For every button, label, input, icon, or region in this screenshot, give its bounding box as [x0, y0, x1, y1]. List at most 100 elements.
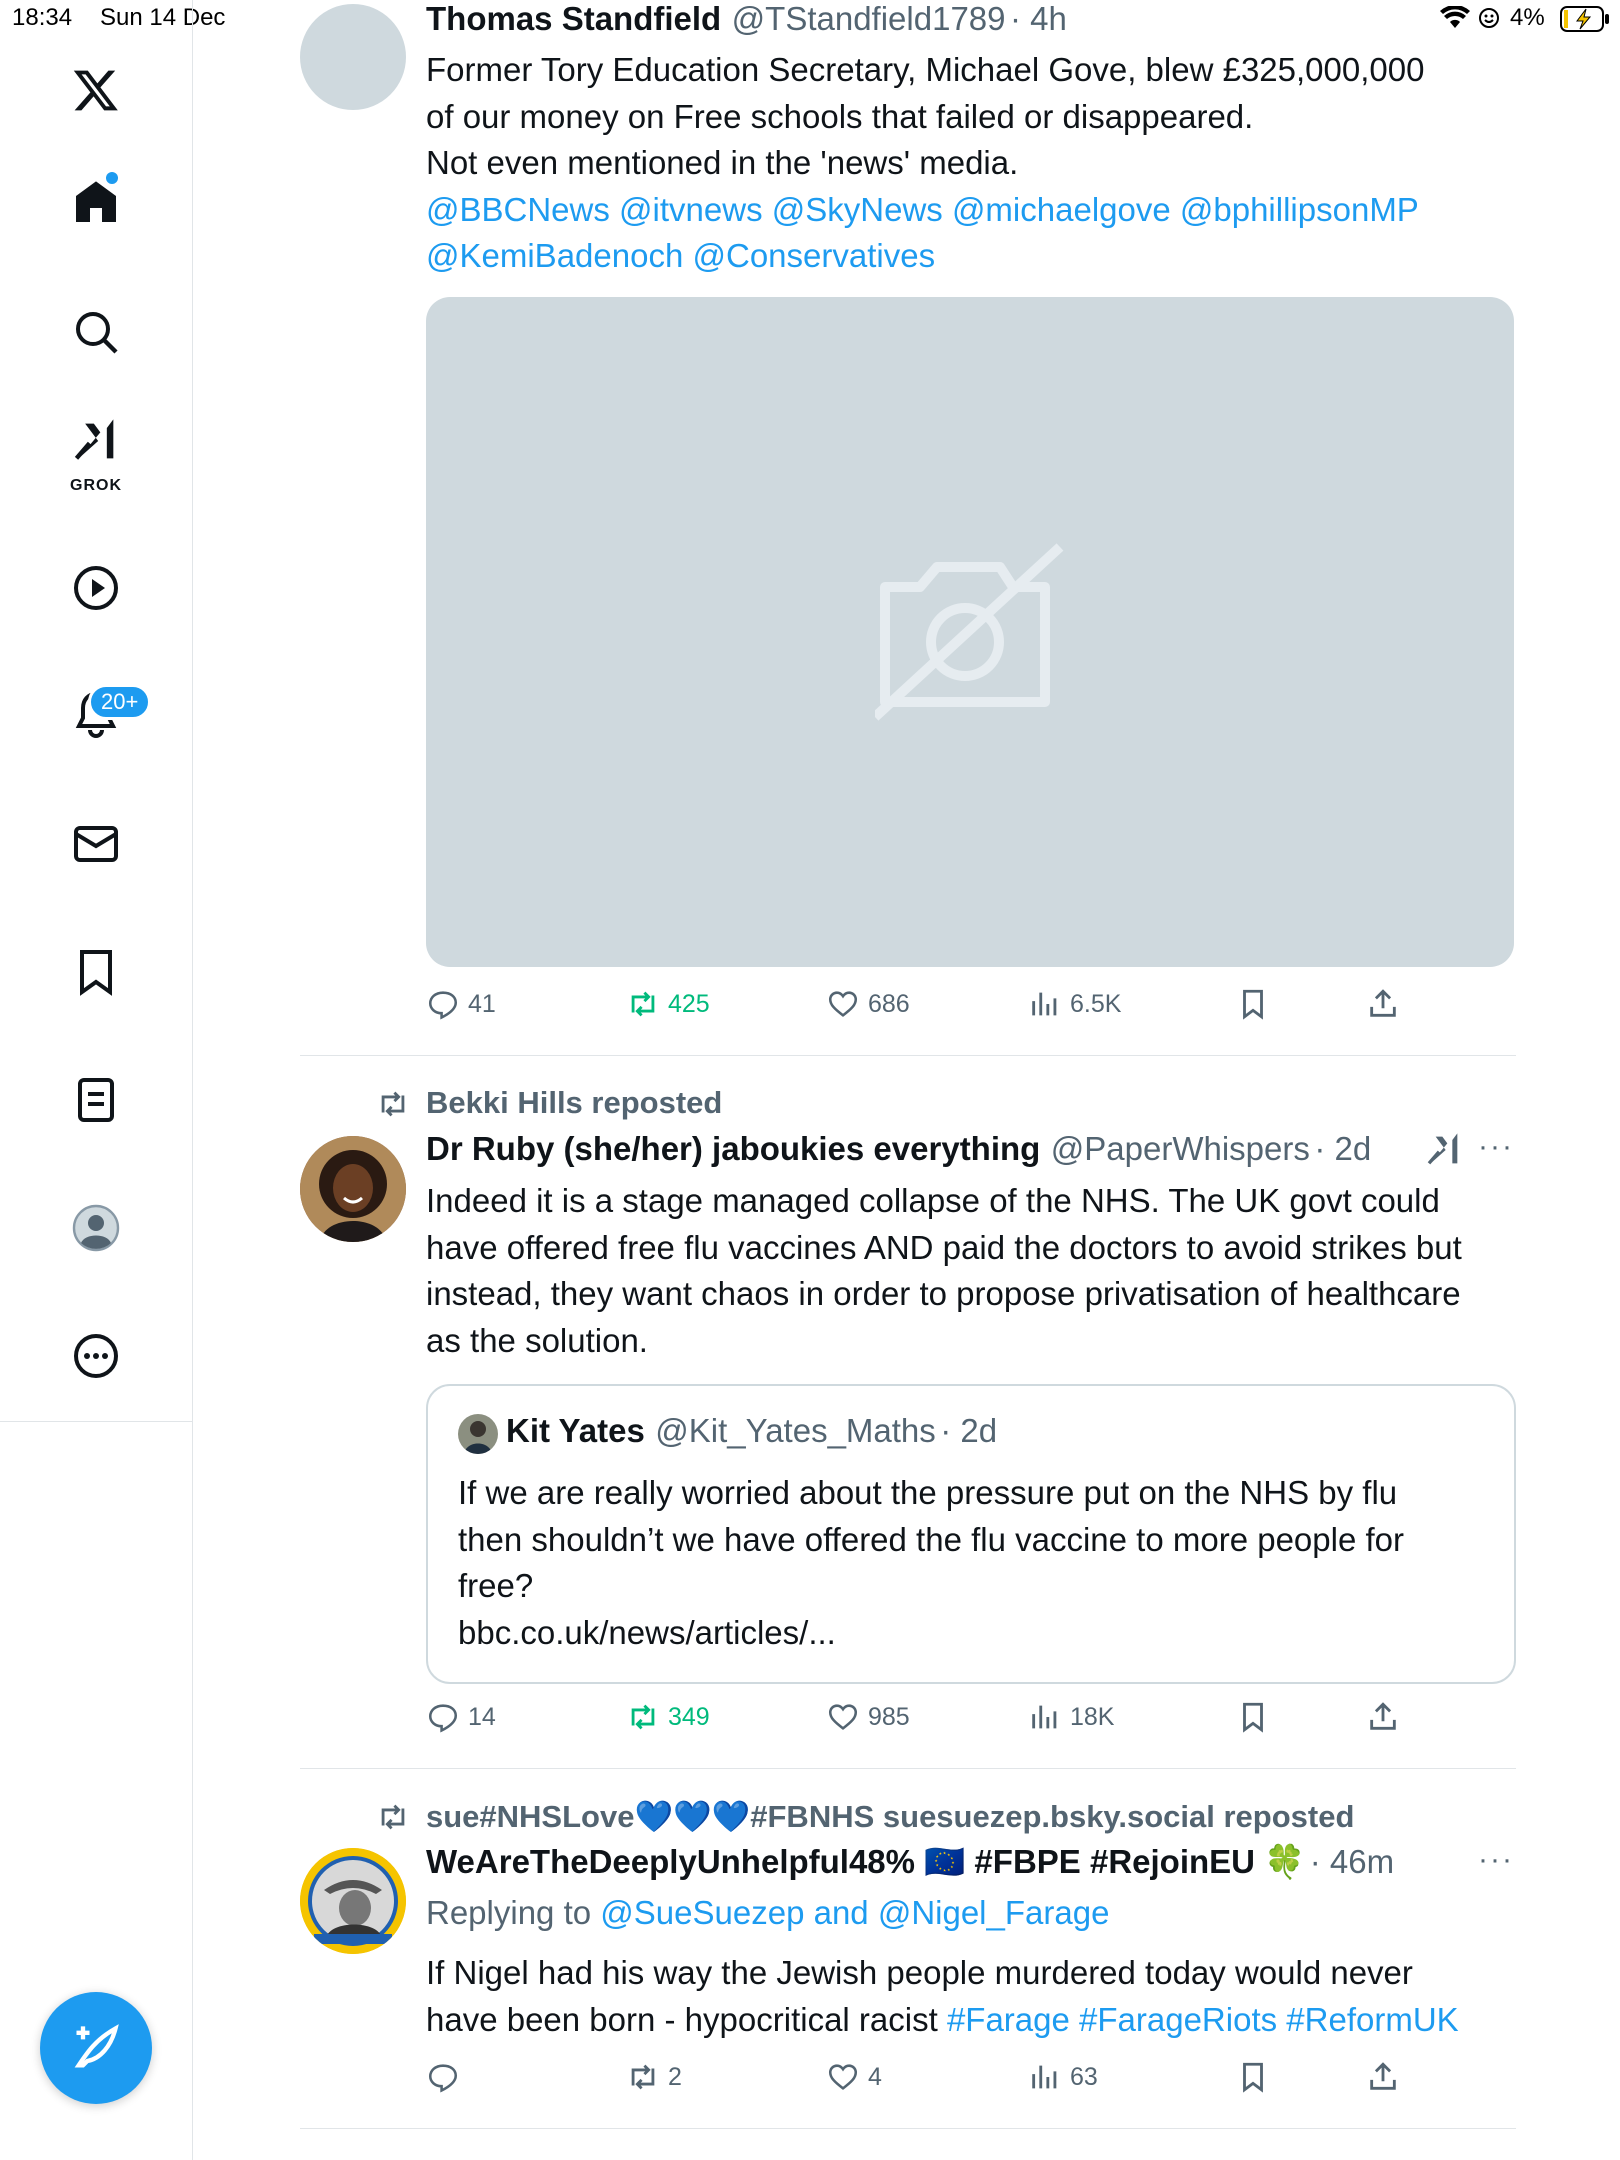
tweet1-handle[interactable]: @TStandfield1789 — [732, 0, 1006, 37]
tweet3-time[interactable]: · 46m — [1310, 1843, 1394, 1880]
repost-button[interactable]: 2 — [626, 2060, 682, 2094]
quoted-link[interactable]: bbc.co.uk/news/articles/... — [458, 1610, 1498, 1657]
more-options-icon[interactable] — [48, 1308, 144, 1404]
reply-icon — [428, 2064, 458, 2093]
tweet1-time[interactable]: · 4h — [1010, 0, 1067, 37]
like-count: 985 — [868, 1702, 910, 1731]
tweet3-header: WeAreTheDeeplyUnhelpful48% 🇪🇺 #FBPE #Rej… — [426, 1843, 1394, 1882]
repost-count: 2 — [668, 2062, 682, 2091]
tweet3-line2: have been born - hypocritical racist #Fa… — [426, 1997, 1516, 2044]
share-button[interactable] — [1366, 2060, 1400, 2094]
tweet3-avatar[interactable] — [300, 1848, 406, 1954]
reply-button[interactable] — [426, 2060, 468, 2094]
heart-icon — [828, 991, 858, 1017]
like-count: 4 — [868, 2062, 882, 2091]
quoted-time: · 2d — [940, 1412, 998, 1449]
reply-icon — [428, 1704, 458, 1733]
repost-icon — [631, 2064, 655, 2090]
views-button[interactable]: 18K — [1028, 1700, 1114, 1734]
replying-to-handles[interactable]: @SueSuezep and @Nigel_Farage — [600, 1894, 1109, 1931]
search-icon[interactable] — [48, 284, 144, 380]
tweet3-author[interactable]: WeAreTheDeeplyUnhelpful48% 🇪🇺 #FBPE #Rej… — [426, 1843, 1305, 1880]
like-button[interactable]: 686 — [826, 987, 910, 1021]
bookmarks-icon[interactable] — [48, 924, 144, 1020]
repost-context-icon — [381, 1091, 405, 1117]
repost-button[interactable]: 425 — [626, 987, 710, 1021]
reply-count: 14 — [468, 1702, 496, 1731]
tweet2-author[interactable]: Dr Ruby (she/her) jaboukies everything — [426, 1130, 1040, 1167]
home-icon[interactable] — [48, 154, 144, 250]
messages-envelope-icon[interactable] — [48, 796, 144, 892]
views-count: 6.5K — [1070, 989, 1122, 1018]
compose-post-button[interactable] — [40, 1992, 152, 2104]
tweet1-text: Former Tory Education Secretary, Michael… — [426, 47, 1516, 280]
tweet2-line: Indeed it is a stage managed collapse of… — [426, 1182, 1440, 1219]
reply-count: 41 — [468, 989, 496, 1018]
bookmark-icon — [1243, 1702, 1263, 1733]
bookmark-button[interactable] — [1236, 987, 1270, 1021]
lists-icon[interactable] — [48, 1052, 144, 1148]
views-button[interactable]: 6.5K — [1028, 987, 1121, 1021]
quoted-author: Kit Yates — [506, 1412, 645, 1449]
repost-count: 349 — [668, 1702, 710, 1731]
tweet2-header: Dr Ruby (she/her) jaboukies everything @… — [426, 1130, 1371, 1168]
tweet2-social-context[interactable]: Bekki Hills reposted — [426, 1085, 722, 1121]
tweet1-avatar[interactable] — [300, 4, 406, 110]
tweet-divider — [300, 1055, 1516, 1056]
tweet1-header: Thomas Standfield @TStandfield1789 · 4h — [426, 0, 1067, 38]
battery-percent: 4% — [1510, 4, 1545, 31]
x-logo-icon[interactable] — [48, 42, 144, 138]
views-button[interactable]: 63 — [1028, 2060, 1098, 2094]
tweet2-avatar[interactable] — [300, 1136, 406, 1242]
tweet3-more-icon[interactable]: ··· — [1478, 1843, 1514, 1877]
tweet3-hashtags[interactable]: #Farage #FarageRiots #ReformUK — [947, 2001, 1459, 2038]
repost-button[interactable]: 349 — [626, 1700, 710, 1734]
profile-avatar-icon[interactable] — [48, 1180, 144, 1276]
views-chart-icon — [1032, 1705, 1057, 1729]
quoted-line: free? — [458, 1567, 534, 1604]
tweet1-actions: 41 425 686 6.5K — [426, 987, 1516, 1031]
sidebar-divider — [0, 1421, 192, 1422]
quoted-header: Kit Yates @Kit_Yates_Maths · 2d — [506, 1412, 997, 1450]
views-count: 63 — [1070, 2062, 1098, 2091]
quoted-handle: @Kit_Yates_Maths — [655, 1412, 936, 1449]
heart-icon — [828, 1704, 858, 1730]
quoted-line: then shouldn’t we have offered the flu v… — [458, 1520, 1404, 1558]
share-icon — [1370, 2062, 1396, 2090]
tweet1-author[interactable]: Thomas Standfield — [426, 0, 721, 37]
quoted-line: If we are really worried about the press… — [458, 1474, 1398, 1511]
share-icon — [1370, 989, 1396, 1017]
video-play-icon[interactable] — [48, 540, 144, 636]
bookmark-button[interactable] — [1236, 2060, 1270, 2094]
like-button[interactable]: 4 — [826, 2060, 882, 2094]
tweet1-line: Former Tory Education Secretary, Michael… — [426, 51, 1425, 88]
sidebar: GROK 20+ — [0, 0, 193, 2160]
tweet2-time[interactable]: · 2d — [1314, 1130, 1371, 1167]
views-chart-icon — [1032, 992, 1057, 1016]
tweet1-media-placeholder[interactable] — [426, 297, 1514, 967]
tweet2-handle[interactable]: @PaperWhispers — [1051, 1130, 1310, 1167]
grok-explain-icon[interactable] — [1424, 1130, 1464, 1175]
home-unread-dot — [106, 172, 118, 184]
tweet2-more-icon[interactable]: ··· — [1478, 1130, 1514, 1164]
tweet1-mentions[interactable]: @KemiBadenoch @Conservatives — [426, 233, 1516, 280]
tweet3-social-context[interactable]: sue#NHSLove💙💙💙#FBNHS suesuezep.bsky.soci… — [426, 1798, 1354, 1835]
like-button[interactable]: 985 — [826, 1700, 910, 1734]
tweet3-text: If Nigel had his way the Jewish people m… — [426, 1950, 1516, 2043]
tweet2-line: instead, they want chaos in order to pro… — [426, 1275, 1461, 1312]
share-button[interactable] — [1366, 987, 1400, 1021]
quoted-tweet[interactable]: Kit Yates @Kit_Yates_Maths · 2d If we ar… — [426, 1384, 1516, 1684]
views-count: 18K — [1070, 1702, 1115, 1731]
bookmark-button[interactable] — [1236, 1700, 1270, 1734]
reply-button[interactable]: 14 — [426, 1700, 496, 1734]
reply-button[interactable]: 41 — [426, 987, 496, 1021]
tweet1-mentions[interactable]: @BBCNews @itvnews @SkyNews @michaelgove … — [426, 187, 1516, 234]
quoted-avatar — [458, 1414, 498, 1454]
tweet3-replying-to: Replying to @SueSuezep and @Nigel_Farage — [426, 1894, 1109, 1932]
tweet2-line: have offered free flu vaccines AND paid … — [426, 1228, 1462, 1266]
image-unavailable-icon — [875, 543, 1064, 721]
replying-prefix: Replying to — [426, 1894, 592, 1931]
repost-context-icon — [381, 1804, 405, 1830]
repost-count: 425 — [668, 989, 710, 1018]
share-button[interactable] — [1366, 1700, 1400, 1734]
